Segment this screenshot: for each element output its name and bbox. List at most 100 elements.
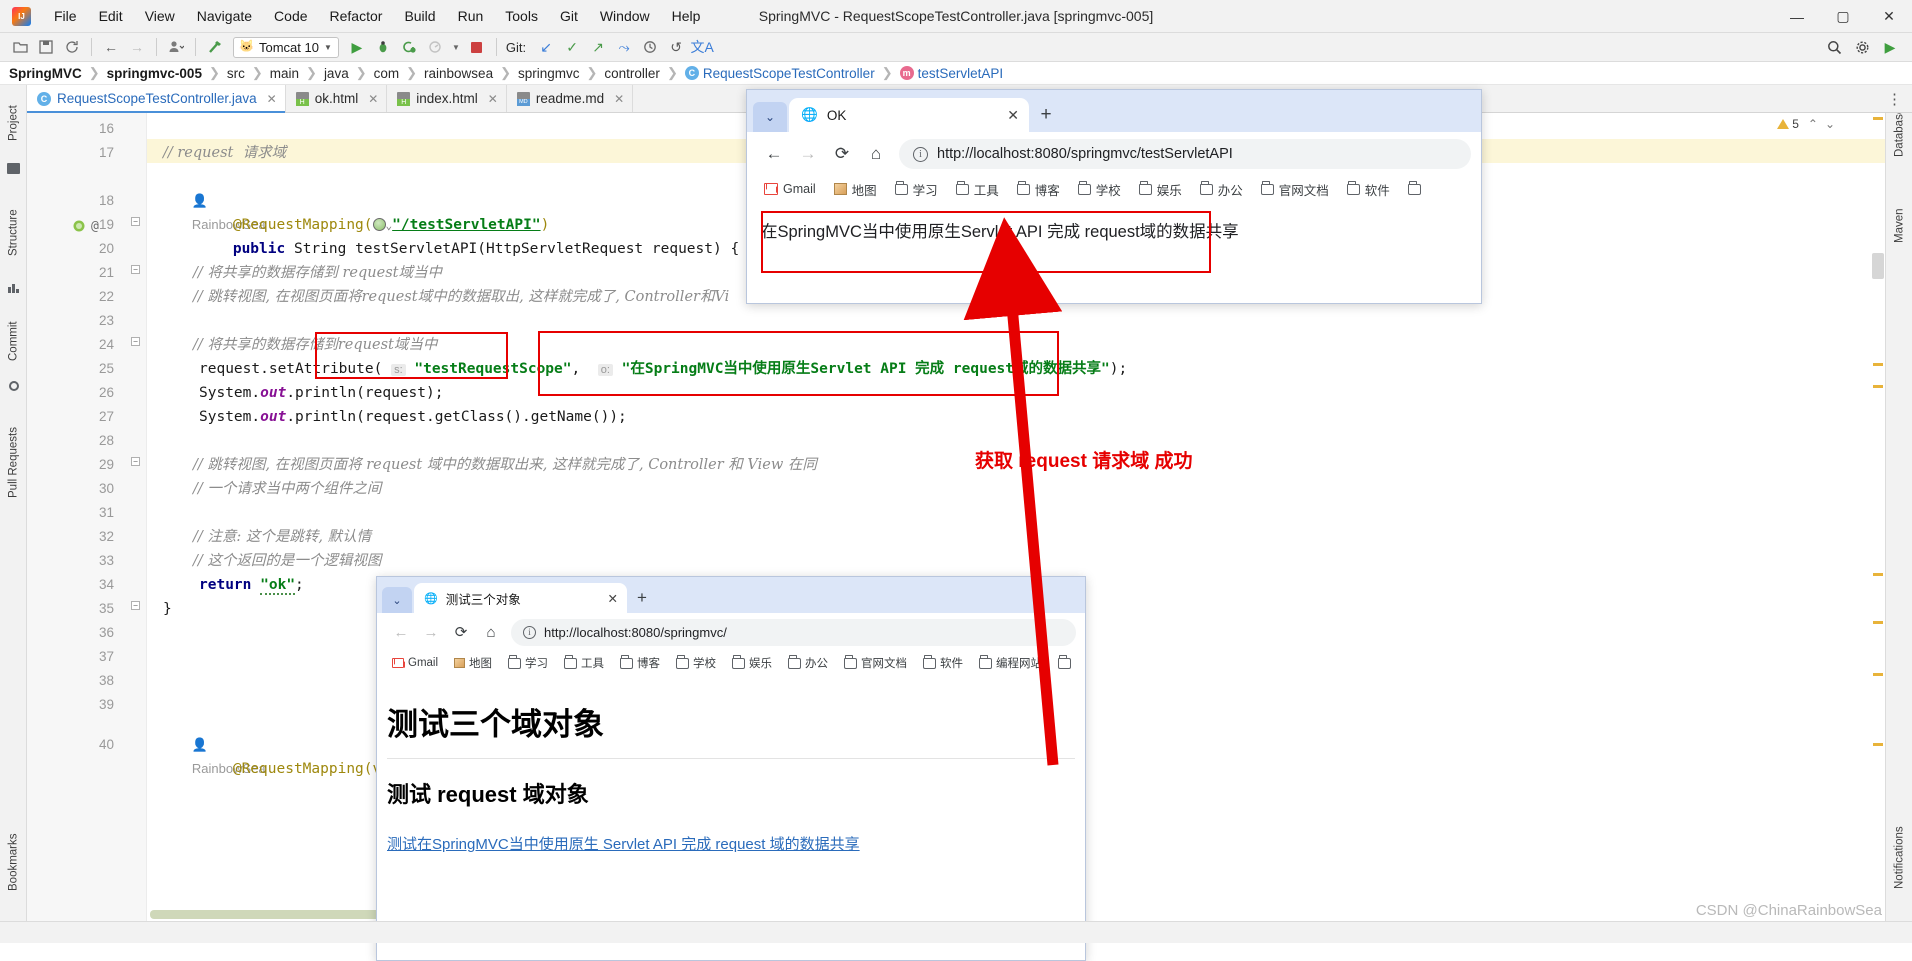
bookmark-blog[interactable]: 博客 [612, 655, 668, 671]
breadcrumb-item-method[interactable]: testServletAPI [918, 66, 1004, 81]
sidebar-item-maven[interactable]: Maven [1886, 195, 1912, 257]
debug-icon[interactable] [371, 36, 395, 58]
tab-list-chevron-icon[interactable]: ⌄ [753, 102, 787, 132]
minimize-button[interactable]: — [1774, 0, 1820, 33]
sidebar-item-bookmarks[interactable]: Bookmarks [0, 817, 27, 907]
tab-options-icon[interactable]: ⋮ [1887, 85, 1912, 112]
build-hammer-icon[interactable] [203, 36, 227, 58]
bookmark-tools[interactable]: 工具 [556, 655, 612, 671]
fold-handle[interactable]: − [131, 265, 140, 274]
bookmark-blog[interactable]: 博客 [1008, 180, 1069, 199]
gear-icon[interactable] [1850, 36, 1874, 58]
home-icon[interactable]: ⌂ [476, 617, 506, 647]
bookmark-office[interactable]: 办公 [780, 655, 836, 671]
back-arrow-icon[interactable]: ← [99, 36, 123, 58]
profile-dropdown-icon[interactable]: ▼ [449, 36, 463, 58]
forward-arrow-icon[interactable]: → [416, 617, 446, 647]
inspection-status[interactable]: 5 ⌃ ⌄ [1777, 117, 1835, 131]
browser-window-ok[interactable]: ⌄ 🌐 OK ✕ + ← → ⟳ ⌂ i http://localhost:80… [746, 89, 1482, 304]
bookmark-maps[interactable]: 地图 [446, 655, 500, 671]
reload-icon[interactable]: ⟳ [446, 617, 476, 647]
breadcrumb-item-java[interactable]: java [324, 66, 349, 81]
breadcrumb-item-springmvc-005[interactable]: springmvc-005 [107, 66, 202, 81]
fold-handle[interactable]: − [131, 457, 140, 466]
menu-item-code[interactable]: Code [263, 3, 318, 29]
breadcrumb-item-src[interactable]: src [227, 66, 245, 81]
sidebar-item-pull-requests[interactable]: Pull Requests [0, 413, 27, 513]
bookmark-software[interactable]: 软件 [915, 655, 971, 671]
breadcrumb-item-springmvc-pkg[interactable]: springmvc [518, 66, 580, 81]
fold-handle[interactable]: − [131, 217, 140, 226]
sidebar-item-commit[interactable]: Commit [0, 307, 27, 375]
tab-index-html[interactable]: index.html ✕ [387, 85, 507, 112]
tab-list-chevron-icon[interactable]: ⌄ [382, 587, 412, 613]
bookmark-software[interactable]: 软件 [1338, 180, 1399, 199]
close-icon[interactable]: ✕ [614, 92, 624, 106]
new-tab-button[interactable]: + [1029, 98, 1063, 132]
run-green-icon[interactable]: ▶ [1878, 36, 1902, 58]
breadcrumb-item-com[interactable]: com [374, 66, 400, 81]
back-arrow-icon[interactable]: ← [757, 137, 791, 171]
info-icon[interactable]: i [523, 625, 536, 639]
close-icon[interactable]: ✕ [368, 92, 378, 106]
menu-item-run[interactable]: Run [447, 3, 495, 29]
editor-scrollbar-thumb[interactable] [1872, 253, 1884, 279]
bookmark-overflow[interactable] [1050, 655, 1079, 669]
run-gutter-icon[interactable] [73, 217, 88, 232]
breadcrumb-item-main[interactable]: main [270, 66, 299, 81]
browser2-tab[interactable]: 🌐 测试三个对象 ✕ [414, 583, 627, 613]
search-icon[interactable] [1822, 36, 1846, 58]
maximize-button[interactable]: ▢ [1820, 0, 1866, 33]
back-arrow-icon[interactable]: ← [386, 617, 416, 647]
browser1-address-bar[interactable]: i http://localhost:8080/springmvc/testSe… [899, 139, 1471, 169]
menu-item-file[interactable]: File [43, 3, 88, 29]
bookmark-maps[interactable]: 地图 [825, 180, 886, 199]
reload-icon[interactable]: ⟳ [825, 137, 859, 171]
menu-item-navigate[interactable]: Navigate [186, 3, 263, 29]
translate-icon[interactable]: 文A [690, 36, 714, 58]
open-folder-icon[interactable] [8, 36, 32, 58]
tab-request-scope-test-controller[interactable]: C RequestScopeTestController.java ✕ [27, 85, 286, 113]
stop-icon[interactable] [465, 36, 489, 58]
menu-item-edit[interactable]: Edit [88, 3, 134, 29]
breadcrumb-item-rainbowsea[interactable]: rainbowsea [424, 66, 493, 81]
menu-item-refactor[interactable]: Refactor [319, 3, 394, 29]
browser-window-index[interactable]: ⌄ 🌐 测试三个对象 ✕ + ← → ⟳ ⌂ i http://localhos… [376, 576, 1086, 961]
bookmark-tools[interactable]: 工具 [947, 180, 1008, 199]
git-branch-icon[interactable]: ⤳ [612, 36, 636, 58]
git-update-icon[interactable]: ↙ [534, 36, 558, 58]
close-icon[interactable]: ✕ [608, 591, 618, 606]
menu-item-git[interactable]: Git [549, 3, 589, 29]
browser1-tab[interactable]: 🌐 OK ✕ [789, 98, 1029, 132]
forward-arrow-icon[interactable]: → [125, 36, 149, 58]
menu-item-window[interactable]: Window [589, 3, 661, 29]
breadcrumb-item-class[interactable]: RequestScopeTestController [703, 66, 875, 81]
menu-item-view[interactable]: View [134, 3, 186, 29]
user-icon[interactable] [164, 36, 188, 58]
sidebar-item-structure[interactable]: Structure [0, 193, 27, 273]
bookmark-entertainment[interactable]: 娱乐 [1130, 180, 1191, 199]
chevron-down-icon[interactable]: ⌄ [1825, 117, 1835, 131]
bookmark-official-docs[interactable]: 官网文档 [1252, 180, 1338, 199]
bookmark-school[interactable]: 学校 [668, 655, 724, 671]
save-icon[interactable] [34, 36, 58, 58]
sync-icon[interactable] [60, 36, 84, 58]
menu-item-build[interactable]: Build [393, 3, 446, 29]
bookmark-programming-sites[interactable]: 编程网站 [971, 655, 1050, 671]
bookmark-study[interactable]: 学习 [500, 655, 556, 671]
browser2-address-bar[interactable]: i http://localhost:8080/springmvc/ [511, 618, 1076, 646]
chevron-up-icon[interactable]: ⌃ [1808, 117, 1818, 131]
bookmark-overflow[interactable] [1399, 181, 1430, 195]
run-configuration-selector[interactable]: Tomcat 10 ▼ [233, 36, 339, 58]
sidebar-item-notifications[interactable]: Notifications [1886, 805, 1912, 911]
bookmark-official-docs[interactable]: 官网文档 [836, 655, 915, 671]
tab-readme-md[interactable]: readme.md ✕ [506, 85, 634, 112]
bookmark-office[interactable]: 办公 [1191, 180, 1252, 199]
run-coverage-icon[interactable] [397, 36, 421, 58]
bookmark-entertainment[interactable]: 娱乐 [724, 655, 780, 671]
git-commit-icon[interactable]: ✓ [560, 36, 584, 58]
forward-arrow-icon[interactable]: → [791, 137, 825, 171]
menu-item-help[interactable]: Help [661, 3, 712, 29]
close-icon[interactable]: ✕ [267, 92, 277, 106]
bookmark-school[interactable]: 学校 [1069, 180, 1130, 199]
